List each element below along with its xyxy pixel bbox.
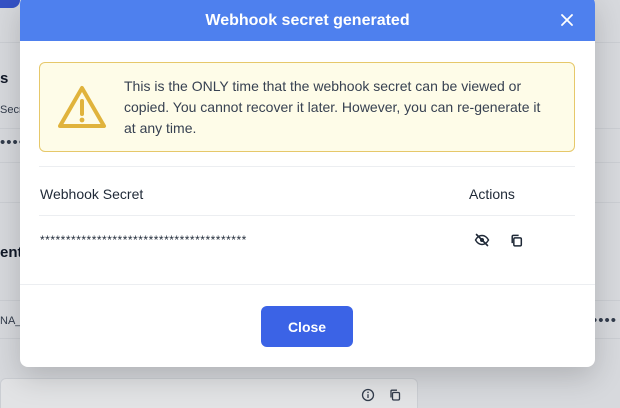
webhook-secret-value: ****************************************	[40, 233, 247, 247]
table-header-divider	[39, 215, 575, 216]
modal-title: Webhook secret generated	[205, 11, 410, 29]
eye-off-icon[interactable]	[474, 232, 490, 248]
warning-icon	[40, 84, 124, 130]
divider	[39, 166, 575, 167]
warning-alert: This is the ONLY time that the webhook s…	[39, 62, 575, 152]
close-icon[interactable]	[557, 10, 577, 30]
warning-message: This is the ONLY time that the webhook s…	[124, 77, 541, 136]
close-button[interactable]: Close	[261, 306, 353, 347]
webhook-secret-modal: Webhook secret generated This is the ONL…	[20, 0, 595, 367]
column-header-webhook-secret: Webhook Secret	[40, 186, 144, 202]
column-header-actions: Actions	[469, 186, 515, 202]
footer-divider	[20, 284, 595, 285]
modal-header: Webhook secret generated	[20, 0, 595, 41]
copy-icon[interactable]	[508, 232, 524, 248]
